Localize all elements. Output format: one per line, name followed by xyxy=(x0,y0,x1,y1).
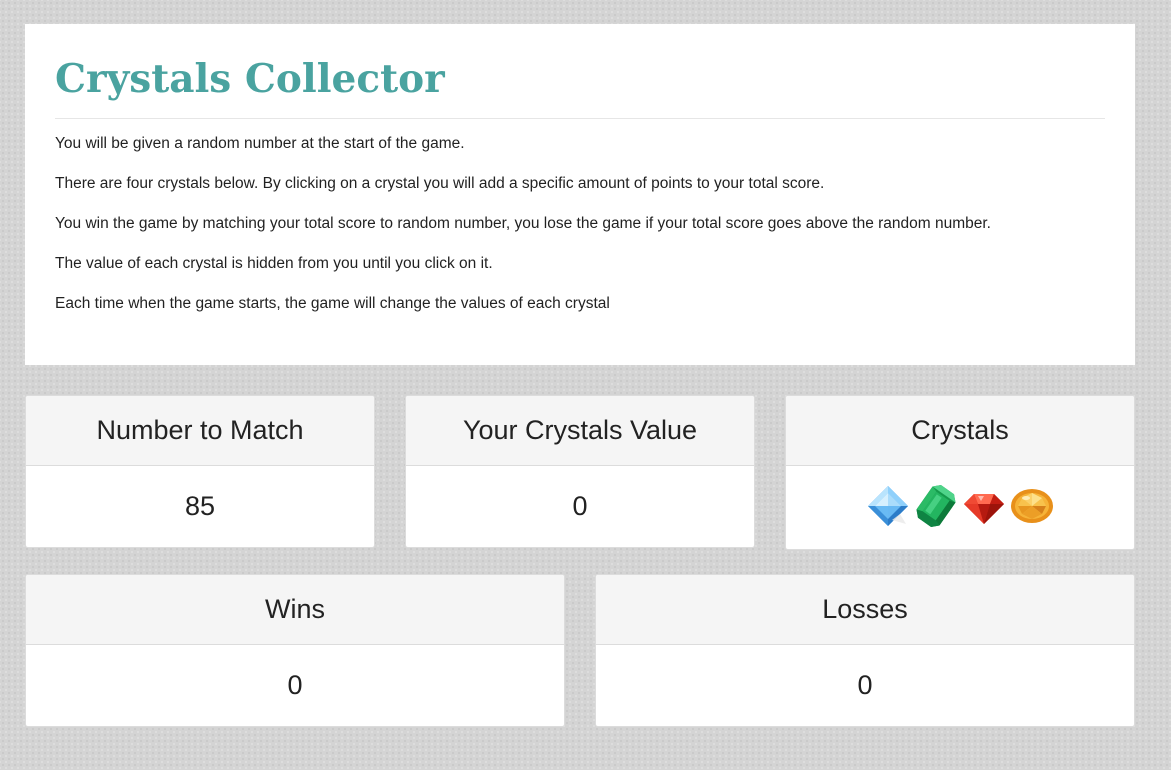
yellow-topaz-icon[interactable] xyxy=(1010,484,1054,528)
instruction-text: You win the game by matching your total … xyxy=(55,215,991,232)
instruction-text: You will be given a random number at the… xyxy=(55,135,465,152)
crystals-row xyxy=(786,466,1134,546)
number-to-match-label: Number to Match xyxy=(26,396,374,466)
crystals-value-panel: Your Crystals Value 0 xyxy=(405,395,755,548)
blue-diamond-icon[interactable] xyxy=(866,484,910,528)
crystals-value-label: Your Crystals Value xyxy=(406,396,754,466)
crystals-label: Crystals xyxy=(786,396,1134,466)
number-to-match-value: 85 xyxy=(184,490,216,521)
red-ruby-icon[interactable] xyxy=(962,484,1006,528)
wins-label: Wins xyxy=(26,575,564,645)
instruction-text: There are four crystals below. By clicki… xyxy=(55,175,825,192)
crystals-value-score: 0 xyxy=(572,490,588,521)
green-emerald-icon[interactable] xyxy=(914,484,958,528)
losses-label: Losses xyxy=(596,575,1134,645)
number-to-match-panel: Number to Match 85 xyxy=(25,395,375,548)
losses-count: 0 xyxy=(857,669,873,700)
instructions: You will be given a random number at the… xyxy=(55,136,1105,336)
intro-jumbotron: Crystals Collector You will be given a r… xyxy=(25,24,1135,365)
instruction-text: Each time when the game starts, the game… xyxy=(55,295,610,312)
crystals-panel: Crystals xyxy=(785,395,1135,550)
page-title: Crystals Collector xyxy=(55,56,445,102)
wins-count: 0 xyxy=(287,669,303,700)
title-divider xyxy=(55,118,1105,119)
wins-panel: Wins 0 xyxy=(25,574,565,727)
instruction-text: The value of each crystal is hidden from… xyxy=(55,255,493,272)
losses-panel: Losses 0 xyxy=(595,574,1135,727)
